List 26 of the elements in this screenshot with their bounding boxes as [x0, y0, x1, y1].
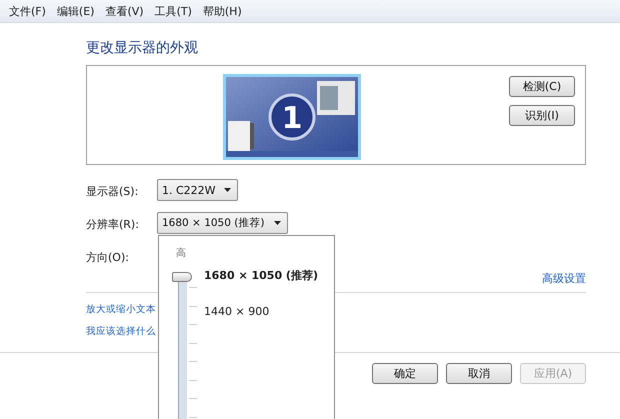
caret-icon	[274, 221, 281, 225]
menu-item[interactable]: 查看(V)	[100, 4, 150, 18]
help-link[interactable]: 放大或缩小文本	[86, 303, 156, 316]
dropdown[interactable]: 1680 × 1050 (推荐)	[157, 212, 288, 234]
caret-icon	[224, 188, 231, 192]
help-link[interactable]: 我应该选择什么	[86, 325, 156, 338]
advanced-settings-link[interactable]: 高级设置	[542, 271, 586, 286]
field-label: 分辨率(R):	[86, 217, 140, 232]
dialog-button[interactable]: 取消	[446, 363, 512, 384]
slider-thumb[interactable]	[172, 272, 192, 282]
slider-track[interactable]	[172, 272, 192, 419]
menu-item[interactable]: 文件(F)	[4, 4, 52, 18]
page-title: 更改显示器的外观	[86, 39, 199, 58]
resolution-option[interactable]: 1680 × 1050 (推荐)	[204, 268, 318, 283]
monitor-drawing[interactable]: 1	[222, 73, 362, 161]
slider-label: 高	[176, 246, 186, 260]
menu-item[interactable]: 工具(T)	[150, 4, 198, 18]
dialog-button[interactable]: 确定	[372, 363, 438, 384]
field-label: 显示器(S):	[86, 184, 140, 199]
dropdown[interactable]: 1. C222W	[157, 179, 238, 201]
menu-item[interactable]: 编辑(E)	[52, 4, 100, 18]
field-label: 方向(O):	[86, 250, 130, 265]
menu-item[interactable]: 帮助(H)	[198, 4, 248, 18]
dialog-button[interactable]: 识别(I)	[509, 105, 575, 126]
dialog-button[interactable]: 检测(C)	[509, 76, 575, 97]
resolution-option[interactable]: 1440 × 900	[204, 305, 318, 318]
